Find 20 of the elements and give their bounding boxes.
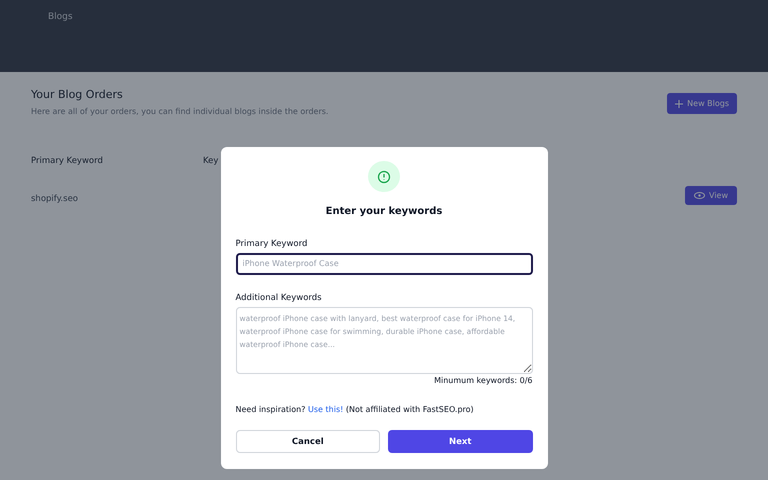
primary-keyword-field[interactable]: iPhone Waterproof Case — [236, 253, 532, 275]
view-button[interactable]: View — [685, 186, 737, 205]
cancel-button[interactable]: Cancel — [236, 430, 380, 453]
inspiration-text: Need inspiration? Use this! (Not affiliated with FastSEO.pro) — [236, 405, 475, 414]
keyword-counter: Minumum keywords: 0/6 — [434, 376, 532, 385]
use-this-link[interactable]: Use this! — [308, 405, 344, 414]
table-cell: shopify.seo — [31, 194, 78, 204]
next-button[interactable]: Next — [388, 430, 532, 453]
column-header: Primary Keyword — [31, 156, 104, 166]
nav-link[interactable]: Blogs — [48, 12, 73, 22]
eye-icon — [694, 192, 706, 199]
page-title: Your Blog Orders — [31, 88, 124, 101]
dialog-title: Enter your keywords — [324, 206, 444, 218]
field-label: Additional Keywords — [236, 292, 323, 303]
page-subtitle: Here are all of your orders, you can find individual blogs inside the orders. — [31, 107, 328, 116]
new-blogs-button[interactable]: New Blogs — [667, 93, 737, 114]
column-header: Key — [203, 156, 220, 166]
info-icon — [368, 161, 400, 192]
plus-icon — [675, 100, 684, 108]
field-label: Primary Keyword — [236, 239, 308, 250]
